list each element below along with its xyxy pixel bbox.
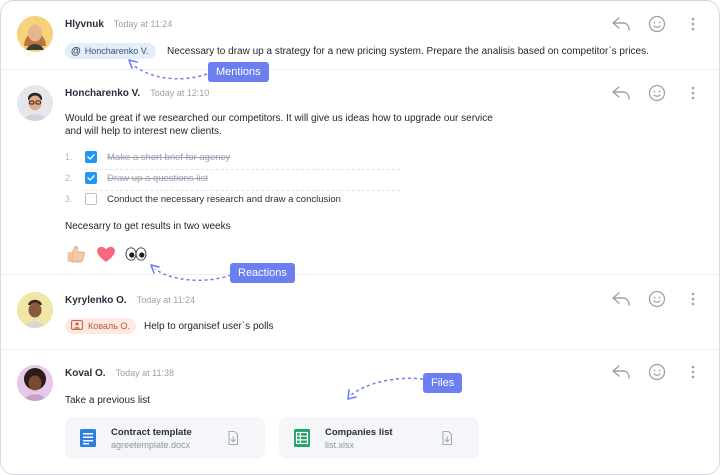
chat-panel: Hlyvnuk Today at 11:24 @ Honcharenko V. … xyxy=(0,0,720,475)
mentions-arrow xyxy=(128,59,424,400)
mentions-callout: Mentions xyxy=(208,62,269,82)
reactions-callout: Reactions xyxy=(230,263,295,283)
files-callout: Files xyxy=(423,373,463,393)
